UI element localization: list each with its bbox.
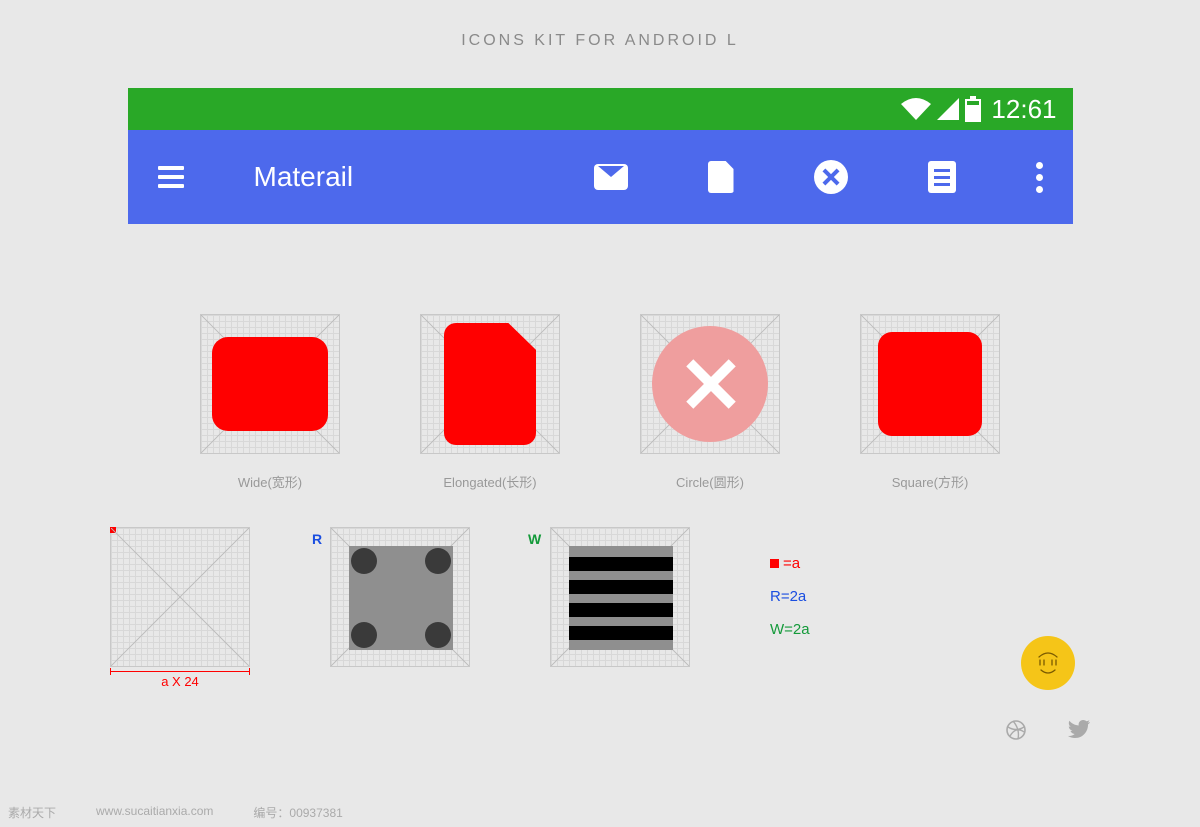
dribbble-icon[interactable]	[1006, 720, 1026, 740]
grid-box	[110, 527, 250, 667]
file-icon[interactable]	[708, 161, 734, 193]
shape-examples-row: Wide(宽形) Elongated(长形) Circle(圆形) Square…	[0, 314, 1200, 491]
grid-box	[860, 314, 1000, 454]
shape-cell-wide: Wide(宽形)	[200, 314, 340, 491]
swatch-icon	[770, 559, 779, 568]
stripes-icon	[569, 546, 673, 650]
grid-box	[330, 527, 470, 667]
corner-dots-icon	[349, 546, 453, 650]
twitter-icon[interactable]	[1068, 720, 1090, 738]
more-icon[interactable]	[1036, 162, 1043, 193]
shape-cell-circle: Circle(圆形)	[640, 314, 780, 491]
device-mockup: 12:61 Materail	[128, 88, 1073, 224]
shape-label: Square(方形)	[892, 472, 969, 491]
serial-number: 编号：00937381	[253, 804, 342, 821]
width-label: W	[528, 531, 541, 547]
menu-icon[interactable]	[158, 166, 184, 188]
legend-r: R=2a	[770, 580, 810, 613]
square-shape-icon	[878, 332, 982, 436]
grid-box	[640, 314, 780, 454]
battery-icon	[965, 96, 981, 122]
footer-meta: 素材天下 www.sucaitianxia.com 编号：00937381	[8, 804, 343, 821]
legend: =a R=2a W=2a	[770, 527, 810, 646]
radius-grid-cell: R	[330, 527, 470, 667]
legend-a: =a	[770, 547, 810, 580]
site-url: www.sucaitianxia.com	[96, 804, 213, 821]
scale-grid-cell: a X 24	[110, 527, 250, 689]
status-bar: 12:61	[128, 88, 1073, 130]
site-name: 素材天下	[8, 804, 56, 821]
social-links	[1006, 720, 1090, 740]
mail-icon[interactable]	[594, 164, 628, 190]
measure-line	[110, 671, 250, 672]
grid-box	[420, 314, 560, 454]
grid-box	[550, 527, 690, 667]
author-avatar-icon	[1021, 636, 1075, 690]
scale-examples-row: a X 24 R W =a R=2a W=2a	[0, 527, 1200, 689]
signal-icon	[937, 98, 959, 120]
wide-shape-icon	[212, 337, 328, 431]
page-title: ICONS KIT FOR ANDROID L	[0, 0, 1200, 50]
shape-cell-elongated: Elongated(长形)	[420, 314, 560, 491]
unit-square-icon	[110, 527, 116, 533]
app-bar: Materail	[128, 130, 1073, 224]
measure-label: a X 24	[161, 674, 199, 689]
grid-box	[200, 314, 340, 454]
shape-label: Circle(圆形)	[676, 472, 744, 491]
close-icon[interactable]	[814, 160, 848, 194]
shape-label: Elongated(长形)	[443, 472, 536, 491]
clock-text: 12:61	[991, 94, 1056, 125]
shape-cell-square: Square(方形)	[860, 314, 1000, 491]
shape-label: Wide(宽形)	[238, 472, 302, 491]
wifi-icon	[901, 98, 931, 120]
elongated-shape-icon	[444, 323, 536, 445]
circle-shape-icon	[652, 326, 768, 442]
document-icon[interactable]	[928, 161, 956, 193]
radius-label: R	[312, 531, 322, 547]
legend-w: W=2a	[770, 613, 810, 646]
app-title: Materail	[254, 161, 354, 193]
width-grid-cell: W	[550, 527, 690, 667]
